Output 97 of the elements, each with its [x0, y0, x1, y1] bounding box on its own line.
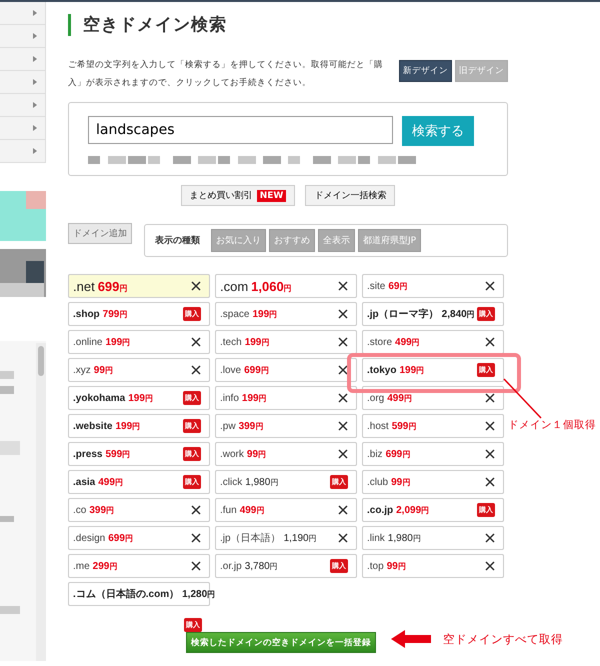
price-text: 699円: [386, 448, 410, 460]
price-text: 99円: [246, 448, 266, 460]
price-text: 399円: [89, 504, 114, 516]
price-text: 3,780円: [244, 560, 278, 572]
price-text: 199円: [105, 336, 130, 348]
domain-name: .design: [73, 532, 106, 544]
annotation-text: ドメイン１個取得: [508, 418, 596, 432]
domain-name: .コム（日本語の.com）: [73, 588, 180, 601]
add-domain-button[interactable]: ドメイン追加: [68, 223, 132, 244]
domain-name: .work: [220, 448, 244, 460]
domain-name: .host: [367, 420, 389, 432]
domain-name: .yokohama: [73, 392, 126, 404]
domain-name: .love: [220, 364, 242, 376]
new-badge: NEW: [256, 190, 286, 202]
domain-name: .space: [220, 308, 250, 320]
sidebar-item[interactable]: [0, 25, 46, 48]
domain-name: .xyz: [73, 364, 91, 376]
bulk-register-button[interactable]: 検索したドメインの空きドメインを一括登録: [186, 632, 376, 653]
price-text: 2,099円: [396, 504, 430, 516]
price-text: 399円: [238, 420, 264, 432]
price-text: 599円: [392, 420, 416, 432]
domain-name: .website: [73, 420, 112, 432]
price-text: 499円: [395, 336, 420, 348]
domain-name: .co: [73, 504, 86, 516]
price-text: 199円: [244, 336, 270, 348]
arrow-icon: [33, 79, 37, 85]
domain-name: .tokyo: [367, 364, 396, 376]
domain-name: .press: [73, 448, 102, 460]
price-text: 1,980円: [245, 476, 278, 488]
search-button[interactable]: 検索する: [402, 116, 474, 146]
domain-name: .or.jp: [220, 560, 242, 572]
price-text: 69円: [388, 280, 408, 292]
price-text: 1,280円: [182, 589, 216, 600]
leader-line: [503, 378, 543, 420]
domain-name: .link: [367, 532, 385, 544]
price-text: 799円: [102, 308, 128, 320]
domain-name: .jp（ローマ字）: [367, 307, 439, 321]
price-text: 499円: [98, 476, 123, 488]
price-text: 1,980円: [388, 532, 421, 544]
arrow-icon: [391, 630, 431, 648]
price-text: 699円: [244, 364, 269, 376]
domain-name: .tech: [220, 336, 242, 348]
price-text: 199円: [399, 364, 424, 376]
price-text: 499円: [240, 504, 264, 516]
domain-name: .fun: [220, 504, 237, 516]
price-text: 599円: [105, 448, 130, 460]
domain-name: .click: [220, 476, 242, 488]
arrow-icon: [33, 10, 37, 16]
price-text: 99円: [94, 364, 113, 376]
domain-name: .store: [367, 336, 392, 348]
arrow-icon: [33, 148, 37, 154]
arrow-icon: [33, 56, 37, 62]
domain-name: .shop: [73, 308, 100, 320]
price-text: 699円: [98, 278, 128, 294]
sidebar-item[interactable]: [0, 2, 46, 25]
price-text: 99円: [386, 560, 406, 572]
arrow-icon: [33, 125, 37, 131]
page-title: 空きドメイン検索: [68, 14, 508, 36]
domain-name: .asia: [73, 476, 96, 488]
price-text: 199円: [242, 392, 267, 404]
domain-name: .jp（日本語）: [220, 532, 281, 545]
domain-name: .site: [367, 280, 386, 292]
price-text: 499円: [387, 392, 412, 404]
price-text: 299円: [92, 560, 118, 572]
arrow-icon: [33, 33, 37, 39]
domain-name: .club: [367, 476, 388, 488]
design-toggle[interactable]: 新デザイン: [399, 60, 452, 82]
price-text: 1,190円: [284, 533, 317, 544]
price-text: 199円: [252, 308, 278, 320]
domain-name: .net: [73, 278, 95, 294]
price-text: 2,840円: [442, 309, 475, 320]
price-text: 1,060円: [251, 278, 292, 294]
price-text: 199円: [128, 392, 153, 404]
filter-label: 表示の種類: [155, 234, 200, 247]
domain-name: .pw: [220, 420, 236, 432]
sidebar-item[interactable]: [0, 117, 46, 140]
sidebar-item[interactable]: [0, 48, 46, 71]
domain-name: .online: [73, 336, 102, 348]
sidebar-item[interactable]: [0, 94, 46, 117]
domain-name: .com: [220, 278, 248, 294]
price-text: 99円: [391, 476, 410, 488]
arrow-icon: [33, 102, 37, 108]
instructions-text: ご希望の文字列を入力して「検索する」を押してください。取得可能だと「購入」が表示されますので、クリックしてお手続きください。: [68, 58, 384, 90]
link-button[interactable]: まとめ買い割引 NEW: [180, 185, 296, 206]
domain-name: .info: [220, 392, 239, 404]
domain-name: .top: [367, 560, 384, 572]
price-text: 699円: [108, 532, 133, 544]
annotation-text: 空ドメインすべて取得: [443, 632, 563, 647]
link-button[interactable]: ドメイン一括検索: [305, 185, 396, 206]
domain-name: .org: [367, 392, 384, 404]
domain-name: .me: [73, 560, 90, 572]
domain-name: .biz: [367, 448, 383, 460]
price-text: 199円: [115, 420, 140, 432]
sidebar-item[interactable]: [0, 71, 46, 94]
domain-name: .co.jp: [367, 504, 394, 516]
search-field[interactable]: landscapes: [88, 116, 393, 144]
sidebar-item[interactable]: [0, 140, 46, 163]
